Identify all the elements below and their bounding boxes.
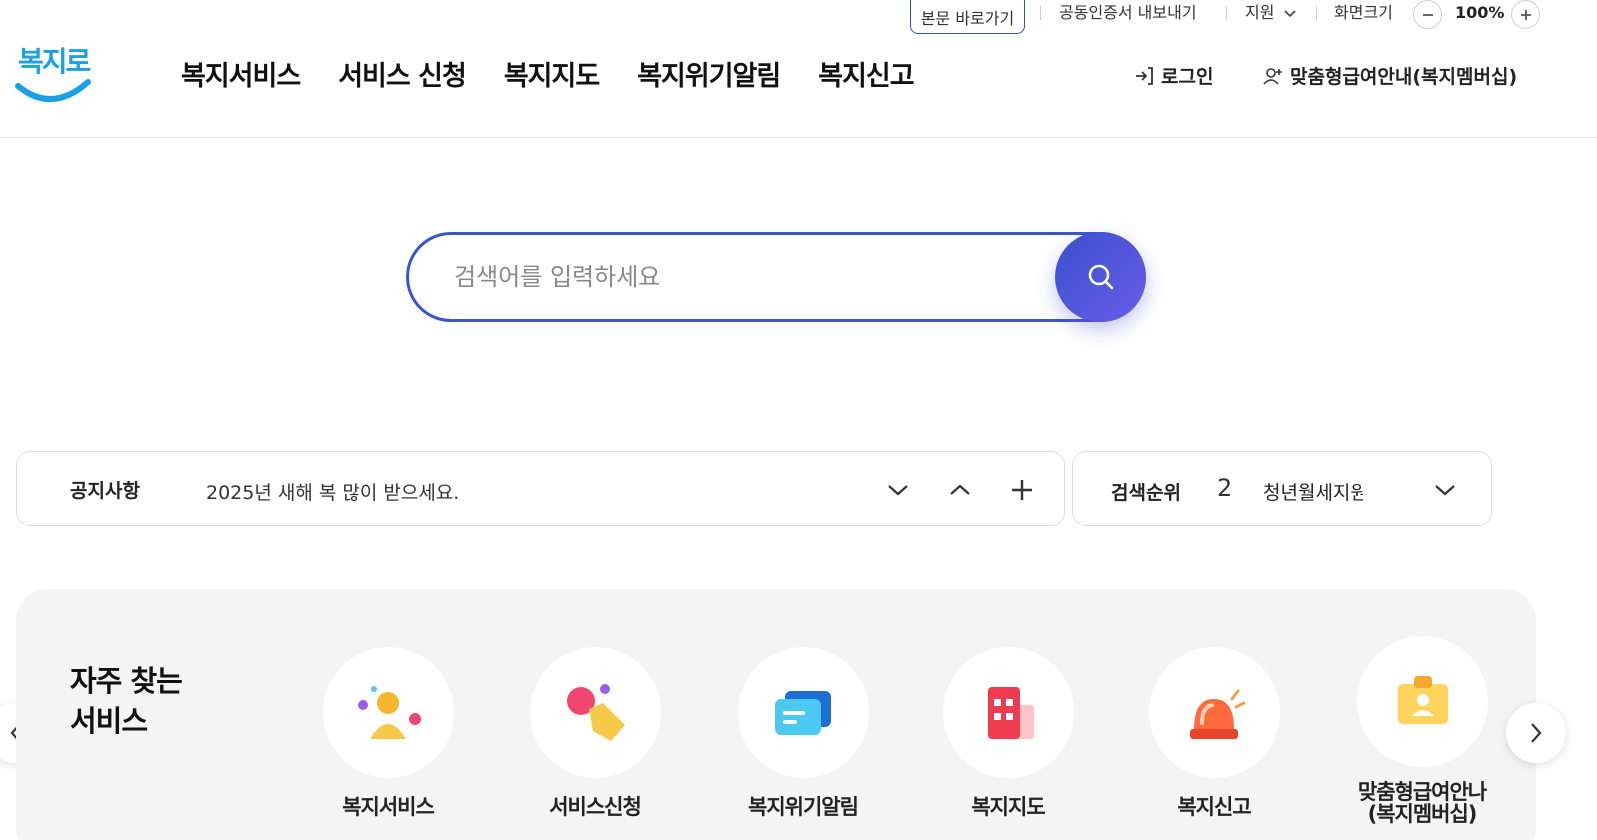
person-icon: [358, 685, 421, 739]
zoom-value: 100%: [1455, 3, 1505, 22]
login-icon: [1136, 66, 1153, 85]
nav-welfare-service[interactable]: 복지서비스: [181, 54, 301, 93]
title-line-2: 서비스: [70, 704, 148, 738]
nav-welfare-map[interactable]: 복지지도: [504, 54, 600, 93]
service-icon-circle: [529, 647, 661, 778]
notice-next-button[interactable]: [880, 472, 916, 508]
search-icon: [1088, 264, 1113, 290]
support-dropdown[interactable]: 지원: [1245, 2, 1296, 24]
nav-report[interactable]: 복지신고: [818, 54, 914, 93]
service-label-line-1: 맞춤형급여안나: [1357, 780, 1487, 804]
zoom-in-button[interactable]: [1511, 0, 1540, 29]
rank-term[interactable]: 청년월세지원: [1263, 478, 1363, 505]
search-input[interactable]: [454, 255, 1014, 299]
user-add-icon: [1263, 67, 1282, 85]
service-item-map[interactable]: 복지지도: [908, 647, 1108, 818]
service-item-report[interactable]: 복지신고: [1114, 647, 1314, 818]
service-label: 맞춤형급여안나 (복지멤버십): [1322, 781, 1522, 825]
membership-link[interactable]: 맞춤형급여안내(복지멤버십): [1262, 62, 1517, 89]
hand-tap-icon: [567, 683, 625, 741]
rank-expand-button[interactable]: [1427, 472, 1463, 508]
plus-icon: [1520, 9, 1531, 20]
zoom-out-button[interactable]: [1413, 0, 1442, 29]
chevron-up-icon: [950, 484, 970, 495]
nav-service-apply[interactable]: 서비스 신청: [338, 54, 467, 93]
notice-more-button[interactable]: [1004, 472, 1040, 508]
search-rank-box: 검색순위 2 청년월세지원: [1072, 451, 1492, 526]
service-icon-circle: [1356, 636, 1488, 767]
service-label: 복지신고: [1177, 795, 1251, 819]
site-header: 복지로 복지서비스 서비스 신청 복지지도 복지위기알림 복지신고 로그인 맞춤…: [0, 34, 1597, 138]
rank-number: 2: [1217, 474, 1233, 502]
service-label-line-2: (복지멤버십): [1367, 802, 1478, 826]
login-link[interactable]: 로그인: [1133, 62, 1213, 89]
service-icon-circle: [942, 647, 1074, 778]
service-icon-circle: [737, 647, 869, 778]
main-nav: 복지서비스 서비스 신청 복지지도 복지위기알림 복지신고: [181, 54, 952, 93]
title-line-1: 자주 찾는: [70, 664, 183, 698]
chevron-right-icon: [1531, 723, 1542, 743]
service-label: 복지위기알림: [748, 795, 859, 819]
utility-bar: 본문 바로가기 공동인증서 내보내기 지원 화면크기 100%: [0, 0, 1597, 34]
nav-crisis-alert[interactable]: 복지위기알림: [637, 54, 781, 93]
service-label: 복지지도: [971, 795, 1045, 819]
search-box: [406, 232, 1146, 322]
carousel-next-button[interactable]: [1506, 703, 1566, 763]
service-item-apply[interactable]: 서비스신청: [495, 647, 695, 818]
id-card-icon: [1398, 675, 1448, 724]
login-label: 로그인: [1161, 66, 1214, 88]
divider: [1226, 6, 1227, 20]
notice-title: 공지사항: [70, 480, 140, 502]
service-icon-circle: [322, 647, 454, 778]
screen-size-label: 화면크기: [1334, 3, 1393, 22]
frequent-services-title: 자주 찾는 서비스: [70, 661, 183, 741]
service-label: 서비스신청: [549, 795, 642, 819]
notice-box: 공지사항 2025년 새해 복 많이 받으세요.: [16, 451, 1065, 526]
logo[interactable]: 복지로: [12, 36, 92, 106]
rank-title: 검색순위: [1111, 482, 1181, 504]
chevron-down-icon: [1283, 10, 1296, 18]
skip-to-content-link[interactable]: 본문 바로가기: [910, 0, 1025, 34]
divider: [1040, 6, 1041, 20]
chevron-down-icon: [888, 485, 908, 496]
service-icon-circle: [1148, 647, 1280, 778]
support-label: 지원: [1245, 3, 1275, 22]
logo-smile-icon: [15, 79, 91, 102]
service-item-crisis[interactable]: 복지위기알림: [703, 647, 903, 818]
service-label: 복지서비스: [342, 795, 435, 819]
notice-prev-button[interactable]: [942, 472, 978, 508]
chevron-down-icon: [1435, 485, 1455, 496]
building-icon: [988, 686, 1034, 739]
plus-icon: [1012, 480, 1032, 500]
minus-icon: [1422, 13, 1433, 16]
service-item-membership[interactable]: 맞춤형급여안나 (복지멤버십): [1322, 636, 1522, 825]
notice-text[interactable]: 2025년 새해 복 많이 받으세요.: [206, 478, 459, 505]
cert-export-link[interactable]: 공동인증서 내보내기: [1059, 2, 1197, 24]
frequent-services-panel: 자주 찾는 서비스 복지서비스 서비스신청 복지위기알림 복지지도 복지신고 맞…: [16, 589, 1536, 840]
membership-label: 맞춤형급여안내(복지멤버십): [1290, 66, 1518, 88]
divider: [1316, 6, 1317, 20]
siren-icon: [1190, 689, 1246, 739]
message-icon: [775, 690, 831, 735]
search-button[interactable]: [1055, 232, 1146, 322]
service-item-welfare[interactable]: 복지서비스: [288, 647, 488, 818]
